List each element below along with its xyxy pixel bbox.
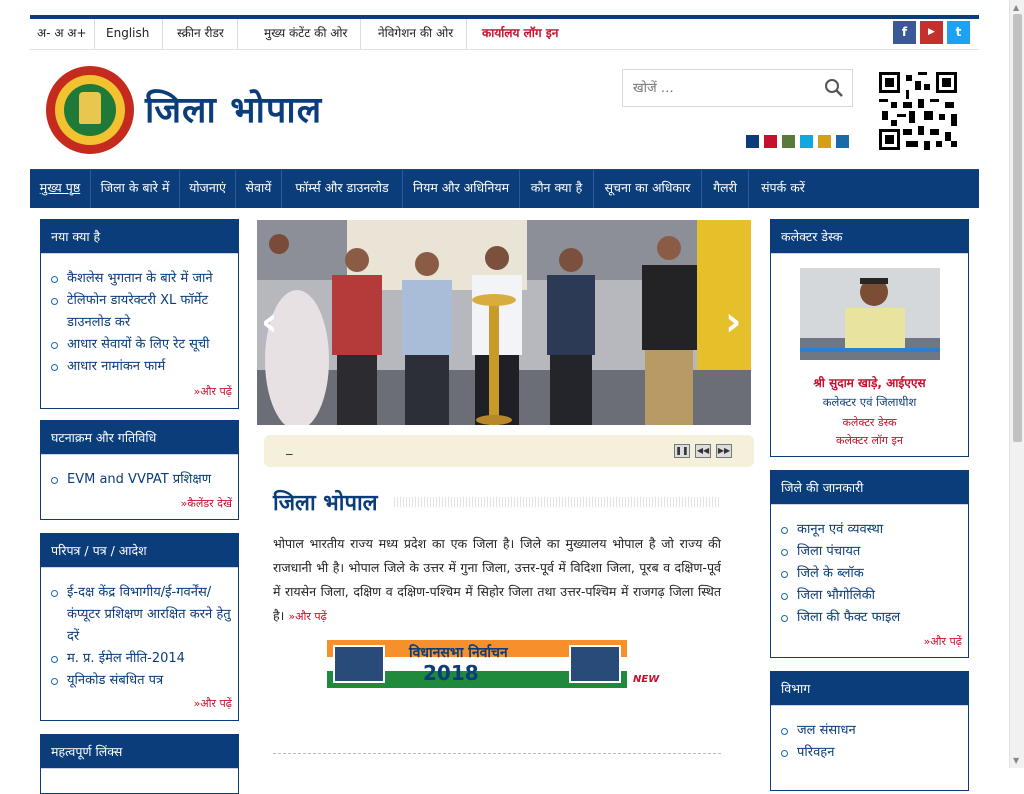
list-item[interactable]: EVM and VVPAT प्रशिक्षण [41, 469, 238, 491]
list-item[interactable]: ई-दक्ष केंद्र विभागीय/ई-गवर्नेंस/ कंप्यू… [41, 582, 238, 648]
divider [273, 753, 721, 755]
collector-photo [800, 268, 940, 360]
list-item[interactable]: यूनिकोड संबधित पत्र [41, 670, 238, 692]
departments-heading: विभाग [771, 672, 968, 706]
collector-login-link[interactable]: कलेक्टर लॉग इन [770, 433, 969, 448]
theme-swatch-steel[interactable] [836, 135, 849, 148]
site-title[interactable]: जिला भोपाल [145, 84, 322, 133]
skip-to-main-content-link[interactable]: मुख्य कंटेंट की ओर [251, 19, 362, 49]
title-rule [394, 497, 720, 507]
theme-swatch-green[interactable] [782, 135, 795, 148]
whats-new-heading: नया क्या है [41, 220, 238, 254]
nav-forms-downloads[interactable]: फॉर्म्स और डाउनलोड [282, 170, 403, 208]
nav-who-is-who[interactable]: कौन क्या है [520, 170, 594, 208]
mp-government-emblem-icon [46, 66, 134, 154]
list-item[interactable]: म. प्र. ईमेल नीति-2014 [41, 648, 238, 670]
list-item[interactable]: जल संसाधन [771, 720, 968, 742]
slider-next-icon[interactable]: › [725, 302, 741, 342]
list-item[interactable]: आधार नामांकन फार्म [41, 356, 238, 378]
new-badge: NEW [633, 674, 660, 685]
nav-about-district[interactable]: जिला के बारे में [91, 170, 180, 208]
list-item[interactable]: परिवहन [771, 742, 968, 764]
scroll-down-icon[interactable]: ▼ [1013, 756, 1019, 765]
font-size-controls[interactable]: अ- अ अ+ [30, 19, 95, 49]
pause-icon[interactable]: ❚❚ [674, 444, 690, 458]
fast-forward-icon[interactable]: ▶▶ [716, 444, 732, 458]
circulars-more-link[interactable]: »और पढ़ें [194, 696, 232, 711]
collector-name: श्री सुदाम खाड़े, आईएएस [813, 376, 926, 390]
district-info-more-link[interactable]: »और पढ़ें [924, 634, 962, 649]
theme-swatch-cyan[interactable] [800, 135, 813, 148]
list-item[interactable]: कानून एवं व्यवस्था [771, 519, 968, 541]
list-item[interactable]: जिला की फैक्ट फाइल [771, 607, 968, 629]
theme-swatch-gold[interactable] [818, 135, 831, 148]
news-ticker: _ ❚❚ ◀◀ ▶▶ [264, 435, 754, 467]
theme-swatch-red[interactable] [764, 135, 777, 148]
search-input[interactable] [623, 70, 833, 106]
search-box [622, 69, 853, 107]
list-item[interactable]: कैशलेस भुगतान के बारे में जाने [41, 268, 238, 290]
intro-text: भोपाल भारतीय राज्य मध्य प्रदेश का एक जिल… [273, 536, 721, 623]
scrollbar-thumb[interactable] [1013, 14, 1022, 442]
facebook-icon[interactable]: f [893, 21, 916, 44]
intro-more-link[interactable]: »और पढ़ें [288, 610, 326, 623]
qr-code-icon [879, 72, 957, 150]
list-item[interactable]: जिले के ब्लॉक [771, 563, 968, 585]
site-header: जिला भोपाल [30, 50, 979, 168]
nav-home[interactable]: मुख्य पृष्ठ [30, 170, 91, 208]
list-item[interactable]: टेलिफोन डायरेक्टरी XL फॉर्मेट डाउनलोड कर… [41, 290, 238, 334]
twitter-icon[interactable]: t [947, 21, 970, 44]
image-slider: ‹ › [257, 220, 751, 425]
view-calendar-link[interactable]: »कैलेंडर देखें [181, 496, 232, 511]
whats-new-more-link[interactable]: »और पढ़ें [194, 384, 232, 399]
skip-to-navigation-link[interactable]: नेविगेशन की ओर [365, 19, 468, 49]
circulars-box: परिपत्र / पत्र / आदेश ई-दक्ष केंद्र विभा… [40, 533, 239, 721]
events-box: घटनाक्रम और गतिविधि EVM and VVPAT प्रशिक… [40, 420, 239, 520]
events-heading: घटनाक्रम और गतिविधि [41, 421, 238, 455]
slider-prev-icon[interactable]: ‹ [261, 302, 277, 342]
office-login-link[interactable]: कार्यालय लॉग इन [469, 19, 571, 49]
slider-photo [257, 220, 751, 425]
nav-contact[interactable]: संपर्क करें [749, 170, 817, 208]
nav-gallery[interactable]: गैलरी [702, 170, 749, 208]
departments-box: विभाग जल संसाधन परिवहन [770, 671, 969, 791]
collector-desk-heading: कलेक्टर डेस्क [771, 220, 968, 254]
nav-rules-acts[interactable]: नियम और अधिनियम [403, 170, 520, 208]
district-intro: भोपाल भारतीय राज्य मध्य प्रदेश का एक जिल… [273, 532, 721, 629]
main-navigation: मुख्य पृष्ठ जिला के बारे में योजनाएं सेव… [30, 169, 979, 208]
accessibility-bar: अ- अ अ+ English स्क्रीन रीडर मुख्य कंटें… [30, 19, 979, 50]
theme-swatch-blue[interactable] [746, 135, 759, 148]
youtube-icon[interactable]: ▶ [920, 21, 943, 44]
nav-schemes[interactable]: योजनाएं [180, 170, 236, 208]
list-item[interactable]: आधार सेवायों के लिए रेट सूची [41, 334, 238, 356]
nav-services[interactable]: सेवायें [236, 170, 282, 208]
page-title: जिला भोपाल [273, 490, 378, 516]
page: अ- अ अ+ English स्क्रीन रीडर मुख्य कंटें… [30, 0, 979, 794]
evm-icon [569, 645, 621, 683]
district-info-heading: जिले की जानकारी [771, 471, 968, 505]
evm-icon [333, 645, 385, 683]
scroll-up-icon[interactable]: ▲ [1013, 3, 1019, 12]
whats-new-box: नया क्या है कैशलेस भुगतान के बारे में जा… [40, 219, 239, 409]
nav-rti[interactable]: सूचना का अधिकार [594, 170, 702, 208]
english-link[interactable]: English [93, 19, 164, 49]
important-links-box: महत्वपूर्ण लिंक्स [40, 734, 239, 794]
search-icon[interactable] [824, 78, 844, 98]
ticker-text[interactable]: _ [286, 441, 293, 456]
assembly-election-banner[interactable]: विधानसभा निर्वाचन 2018 [327, 640, 627, 688]
screen-reader-link[interactable]: स्क्रीन रीडर [164, 19, 238, 49]
collector-designation: कलेक्टर एवं जिलाधीश [822, 395, 917, 409]
vertical-scrollbar[interactable]: ▲ ▼ [1009, 0, 1024, 768]
district-info-box: जिले की जानकारी कानून एवं व्यवस्था जिला … [770, 470, 969, 658]
rewind-icon[interactable]: ◀◀ [695, 444, 711, 458]
circulars-heading: परिपत्र / पत्र / आदेश [41, 534, 238, 568]
list-item[interactable]: जिला भौगोलिकी [771, 585, 968, 607]
collector-desk-link[interactable]: कलेक्टर डेस्क [770, 415, 969, 430]
list-item[interactable]: जिला पंचायत [771, 541, 968, 563]
important-links-heading: महत्वपूर्ण लिंक्स [41, 735, 238, 769]
